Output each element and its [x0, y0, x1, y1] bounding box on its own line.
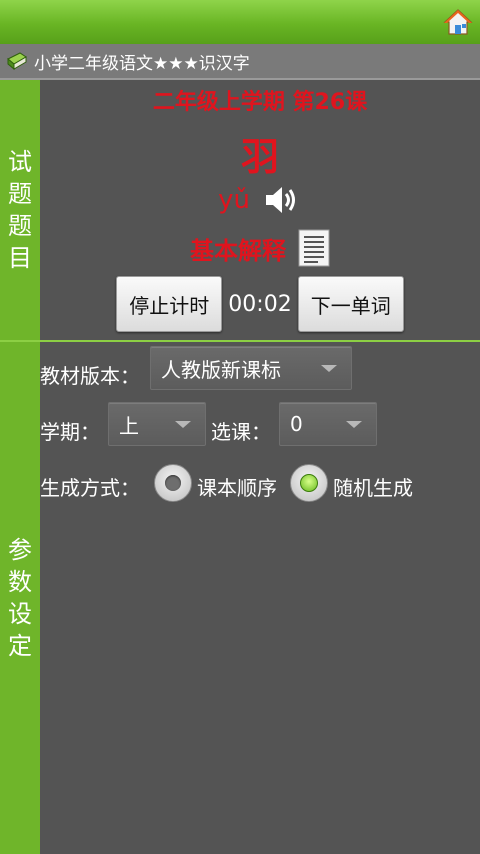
settings-section-tab: 参数设定 [0, 342, 40, 854]
speaker-icon[interactable] [262, 180, 302, 220]
term-select[interactable]: 上 [108, 402, 206, 446]
textbook-select[interactable]: 人教版新课标 [150, 346, 352, 390]
pinyin-row: yǔ [40, 178, 480, 222]
lesson-value: 0 [290, 412, 303, 436]
question-section-label: 试题题目 [8, 148, 32, 272]
chevron-down-icon [346, 420, 362, 428]
mode-label: 生成方式： [40, 476, 140, 500]
radio-textbook-order-label[interactable]: 课本顺序 [197, 472, 277, 501]
home-button[interactable] [442, 6, 474, 38]
pinyin-text: yǔ [218, 185, 250, 215]
home-icon [443, 9, 473, 35]
lesson-title: 二年级上学期 第26课 [152, 90, 368, 115]
hanzi-character: 羽 [240, 135, 279, 179]
section-divider [0, 340, 480, 342]
lesson-select-label: 选课： [211, 420, 271, 444]
question-section-tab: 试题题目 [0, 80, 40, 340]
control-row: 停止计时 00:02 下一单词 [40, 276, 480, 332]
term-label: 学期： [40, 420, 100, 444]
app-title: 小学二年级语文★★★识汉字 [34, 53, 250, 74]
settings-section-label: 参数设定 [8, 536, 32, 660]
radio-random[interactable] [290, 464, 328, 502]
title-bar: 小学二年级语文★★★识汉字 [0, 44, 480, 80]
textbook-value: 人教版新课标 [161, 357, 281, 382]
book-icon [7, 52, 27, 71]
explanation-row: 基本解释 [40, 228, 480, 268]
radio-indicator [300, 474, 318, 492]
stop-timer-button[interactable]: 停止计时 [116, 276, 223, 332]
radio-random-label[interactable]: 随机生成 [333, 472, 413, 501]
textbook-label: 教材版本： [40, 364, 140, 388]
next-word-button[interactable]: 下一单词 [297, 276, 404, 332]
term-value: 上 [119, 413, 139, 438]
timer-display: 00:02 [228, 291, 292, 317]
document-icon[interactable] [298, 229, 330, 267]
radio-indicator [165, 475, 181, 491]
lesson-select[interactable]: 0 [279, 402, 377, 446]
explanation-label[interactable]: 基本解释 [190, 231, 286, 266]
top-bar [0, 0, 480, 44]
chevron-down-icon [175, 420, 191, 428]
chevron-down-icon [321, 364, 337, 372]
radio-textbook-order[interactable] [154, 464, 192, 502]
